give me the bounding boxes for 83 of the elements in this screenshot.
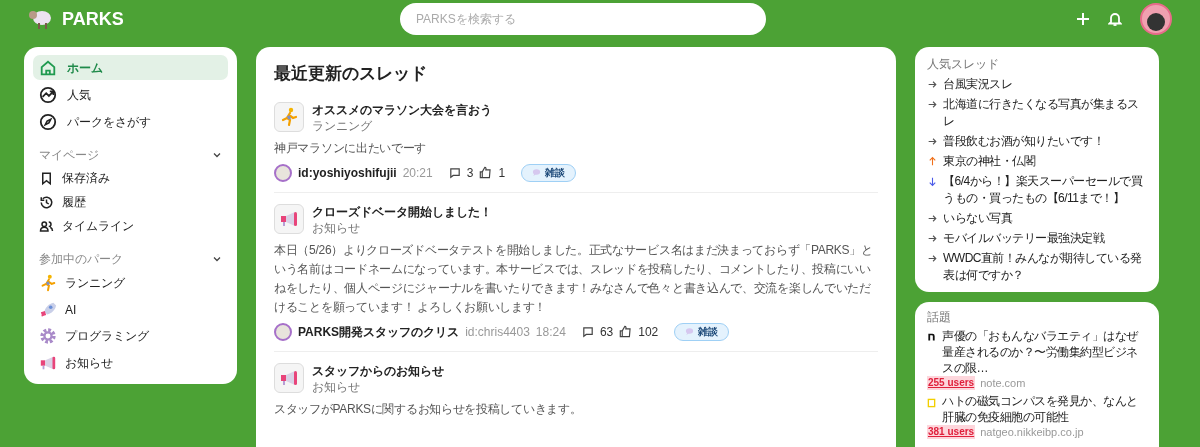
post-time: 20:21 [402, 164, 433, 182]
thread-link[interactable]: 【6/4から！】楽天スーパーセールで買うもの・買ったもの【6/11まで！】 [943, 173, 1147, 207]
speech-bubble-icon [532, 168, 542, 177]
source-domain: note.com [980, 376, 1026, 390]
thread-link[interactable]: いらない写真 [943, 210, 1012, 227]
compass-icon [39, 112, 57, 131]
right-arrow-icon [927, 136, 938, 147]
note-logo-icon [927, 332, 936, 342]
sidebar-item[interactable]: タイムライン [33, 214, 228, 238]
right-arrow-icon [927, 79, 938, 90]
like-count: 1 [498, 164, 506, 182]
chevron-icon[interactable] [212, 254, 222, 264]
park-name: お知らせ [312, 220, 361, 235]
sidebar-item[interactable]: AI [33, 296, 228, 323]
popular-heading: 人気スレッド [927, 56, 1000, 73]
down-arrow-icon [927, 176, 938, 187]
thread-body: 神戸マラソンに出たいでーす [274, 139, 428, 157]
thread-title[interactable]: クローズドベータ開始しました！ [312, 202, 492, 221]
speech-bubble-icon [685, 327, 695, 336]
comment-icon [581, 325, 594, 338]
bookmark-count[interactable]: 255 users [927, 376, 976, 390]
thread-link[interactable]: 東京の神社・仏閣 [943, 153, 1035, 170]
gear-icon [39, 327, 57, 346]
thread-link[interactable]: モバイルバッテリー最強決定戦 [943, 230, 1104, 247]
sidebar-item[interactable]: ランニング [33, 270, 228, 297]
avatar [274, 322, 292, 341]
search-field[interactable]: PARKSを検索する [400, 3, 766, 35]
bookmark-count[interactable]: 381 users [927, 425, 976, 439]
thumbs-up-icon[interactable] [479, 166, 493, 179]
thread-title[interactable]: スタッフからのお知らせ [312, 361, 444, 380]
rocket-icon [39, 300, 57, 319]
comment-count: 63 [599, 323, 614, 341]
bell-icon[interactable] [1108, 11, 1122, 27]
avatar [274, 163, 292, 182]
people-icon [39, 218, 54, 234]
frame-logo-icon [927, 397, 936, 409]
section-heading: マイページ [39, 147, 99, 164]
sidebar-item[interactable]: 保存済み [33, 166, 228, 190]
comment-count: 3 [466, 164, 474, 182]
right-arrow-icon [927, 99, 938, 110]
sidebar-item[interactable]: 履歴 [33, 190, 228, 214]
right-arrow-icon [927, 233, 938, 244]
bookmark-icon [39, 170, 54, 186]
sheep-logo-icon[interactable] [28, 8, 52, 30]
home-icon [39, 58, 57, 77]
plus-icon[interactable] [1076, 12, 1090, 26]
right-arrow-icon [927, 253, 938, 264]
tag[interactable]: 雑談 [674, 322, 730, 341]
comment-icon [448, 166, 461, 179]
tag[interactable]: 雑談 [521, 163, 577, 182]
thread-link[interactable]: WWDC直前！みんなが期待している発表は何ですか？ [943, 250, 1147, 284]
thumbs-up-icon[interactable] [619, 325, 633, 338]
author-name[interactable]: PARKS開発スタッフのクリス [298, 322, 460, 341]
section-heading: 参加中のパーク [39, 251, 123, 268]
topic-link[interactable]: ハトの磁気コンパスを発見か、なんと肝臓の免疫細胞の可能性 [942, 393, 1147, 425]
nav-item[interactable]: 人気 [33, 82, 228, 107]
right-arrow-icon [927, 213, 938, 224]
up-arrow-icon [927, 156, 938, 167]
nav-item[interactable]: パークをさがす [33, 109, 228, 134]
avatar[interactable] [1140, 3, 1172, 35]
sidebar-item[interactable]: プログラミング [33, 323, 228, 350]
thread-title[interactable]: オススメのマラソン大会を言おう [312, 100, 492, 119]
thread-body: スタッフがPARKSに関するお知らせを投稿していきます。 [274, 400, 583, 418]
post-time: 18:24 [535, 323, 566, 341]
topics-heading: 話題 [927, 309, 952, 326]
thread-body: 本日（5/26）よりクローズドベータテストを開始しました。正式なサービス名はまだ決まっておらず「PARKS」という名前はコードネームになっています。本サービスでは、スレッドを投稿したり、コメントしたり、投稿にいいねをしたり、個人ページにジャーナルを書いたりできます！みなさんで色々と書き込んで、交流を楽しんでいただけることを願っています！ よろしくお願いします！ [274, 241, 874, 316]
park-name: ランニング [312, 118, 373, 133]
sidebar-item[interactable]: お知らせ [33, 349, 228, 376]
feed-title: 最近更新のスレッド [274, 63, 428, 85]
park-name: お知らせ [312, 379, 361, 394]
author-id: id:chris4403 [465, 323, 530, 341]
trending-icon [39, 85, 57, 104]
thread-link[interactable]: 普段飲むお酒が知りたいです！ [943, 133, 1104, 150]
like-count: 102 [638, 323, 659, 341]
author-name[interactable]: id:yoshiyoshifujii [298, 163, 397, 182]
history-icon [39, 194, 54, 210]
nav-item[interactable]: ホーム [33, 55, 228, 80]
topic-link[interactable]: 声優の「おもんなバラエティ」はなぜ量産されるのか？〜労働集約型ビジネスの限… [942, 328, 1147, 376]
thread-link[interactable]: 台風実況スレ [943, 76, 1012, 93]
source-domain: natgeo.nikkeibp.co.jp [980, 425, 1084, 439]
thread-link[interactable]: 北海道に行きたくなる写真が集まるスレ [943, 96, 1147, 130]
runner-icon [39, 274, 57, 293]
chevron-icon[interactable] [212, 150, 222, 160]
